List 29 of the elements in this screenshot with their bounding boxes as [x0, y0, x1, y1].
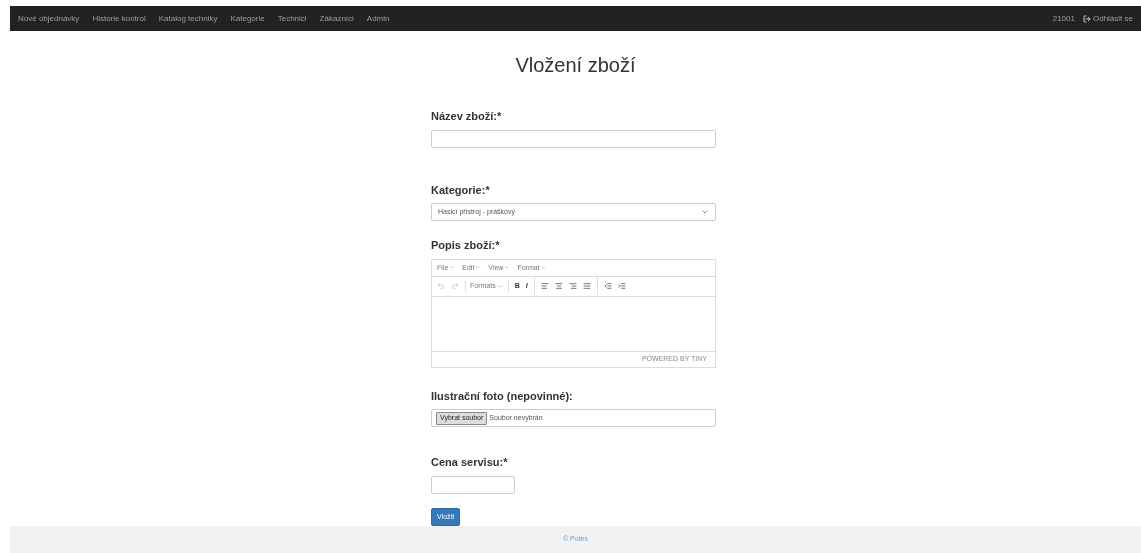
caret-icon: [540, 265, 546, 271]
nav-link[interactable]: Zákazníci: [319, 12, 354, 25]
indent-icon[interactable]: [617, 282, 626, 291]
field-label: Ilustrační foto (nepovinné):: [431, 388, 574, 404]
nav-link[interactable]: Admin: [366, 12, 390, 25]
align-right-icon[interactable]: [568, 282, 577, 291]
logout-link[interactable]: Odhlásit se: [1082, 12, 1133, 25]
nav-link[interactable]: Historie kontrol: [92, 12, 146, 25]
field-label: Název zboží:*: [431, 109, 503, 125]
outdent-icon[interactable]: [603, 282, 612, 291]
price-field[interactable]: [431, 475, 515, 494]
page-title: Vložení zboží: [515, 53, 636, 79]
caret-icon: [475, 265, 481, 271]
caret-icon: [504, 265, 510, 271]
field-label: Popis zboží:*: [431, 238, 501, 254]
name-field[interactable]: [431, 129, 716, 148]
align-justify-icon[interactable]: [582, 282, 591, 291]
nav-link[interactable]: Kategorie: [230, 12, 265, 25]
nav-link[interactable]: Katalog techniky: [158, 12, 218, 25]
field-label: Kategorie:*: [431, 182, 491, 198]
field-label: Cena servisu:*: [431, 455, 509, 471]
user-id: 21001: [1052, 12, 1075, 25]
align-left-icon[interactable]: [540, 282, 549, 291]
nav-link[interactable]: Nové objednávky: [18, 12, 80, 25]
nav-link[interactable]: Technici: [277, 12, 307, 25]
caret-icon: [449, 265, 455, 271]
caret-icon: [496, 283, 502, 289]
logout-icon: [1082, 14, 1091, 23]
align-center-icon[interactable]: [554, 282, 563, 291]
